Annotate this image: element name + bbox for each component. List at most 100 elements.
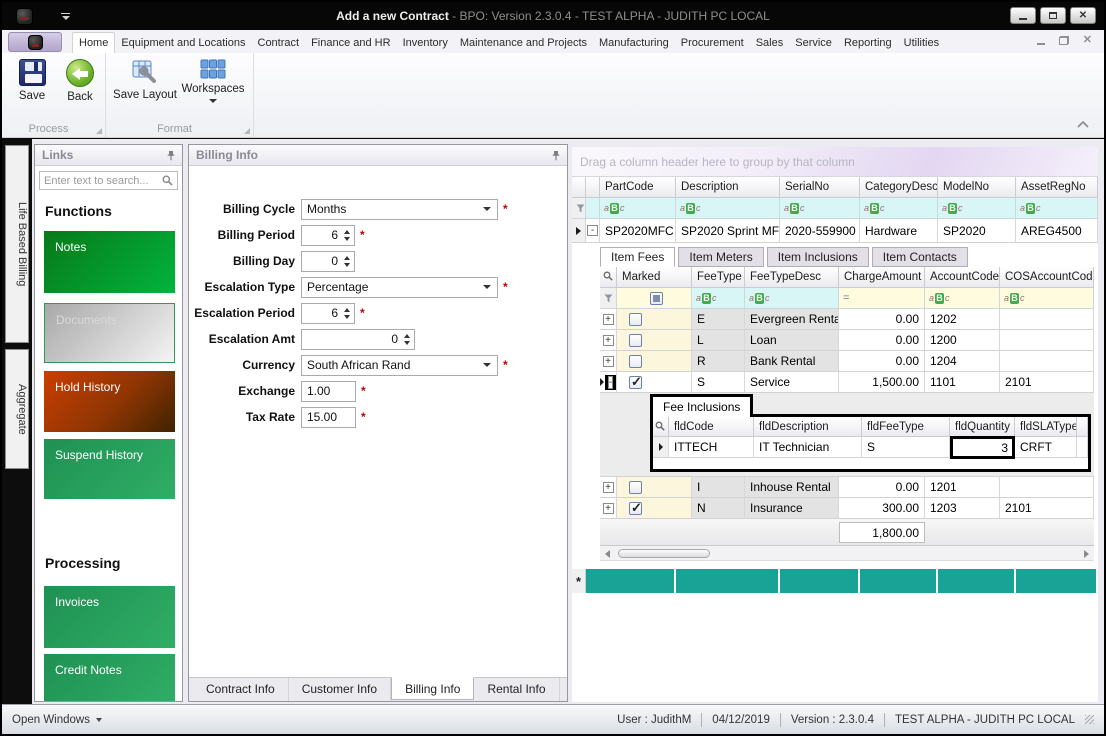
filter-cell-chargeamount[interactable]: =	[839, 288, 925, 309]
billing-day-stepper[interactable]: 0	[301, 251, 355, 272]
escalation-period-stepper[interactable]: 6	[301, 303, 355, 324]
credit-notes-button[interactable]: Credit Notes	[44, 654, 175, 701]
ribbon-tab-utilities[interactable]: Utilities	[898, 33, 945, 53]
collapse-icon[interactable]: -	[587, 225, 598, 236]
billing-cycle-dropdown[interactable]: Months	[301, 199, 498, 220]
tab-contract-info[interactable]: Contract Info	[193, 678, 289, 701]
fee-row-inhouse-rental[interactable]: + I Inhouse Rental 0.00 1201	[600, 477, 1094, 498]
column-header-serialno[interactable]: SerialNo	[780, 177, 860, 198]
pin-icon[interactable]	[551, 150, 561, 161]
dialog-launcher-icon[interactable]	[244, 128, 250, 134]
fee-row-evergreen[interactable]: + E Evergreen Rental 0.00 1202	[600, 309, 1094, 330]
column-header-feetypedesc[interactable]: FeeTypeDesc	[745, 267, 839, 288]
horizontal-scrollbar[interactable]	[600, 546, 1094, 561]
escalation-amt-stepper[interactable]: 0	[301, 329, 415, 350]
expand-row-cell[interactable]: +	[600, 330, 617, 351]
expand-row-cell[interactable]: +	[600, 351, 617, 372]
tab-billing-info[interactable]: Billing Info	[391, 677, 474, 700]
cell-accountcode[interactable]: 1200	[925, 330, 1000, 351]
column-header-fldcode[interactable]: fldCode	[669, 417, 754, 437]
ribbon-tab-inventory[interactable]: Inventory	[397, 33, 454, 53]
scrollbar-thumb[interactable]	[618, 549, 710, 558]
inclusion-row[interactable]: ITTECH IT Technician S 3 CRFT	[653, 437, 1088, 458]
ribbon-tab-service[interactable]: Service	[789, 33, 838, 53]
side-tab-life-based-billing[interactable]: Life Based Billing	[5, 145, 29, 343]
cell-assetregno[interactable]: AREG4500	[1016, 219, 1098, 243]
expand-icon[interactable]: +	[603, 482, 614, 493]
suspend-history-button[interactable]: Suspend History	[44, 439, 175, 499]
ribbon-tab-maintenance-and-projects[interactable]: Maintenance and Projects	[454, 33, 593, 53]
tax-rate-field[interactable]: 15.00	[301, 407, 356, 428]
child-restore-icon[interactable]	[1059, 36, 1069, 45]
cell-accountcode[interactable]: 1201	[925, 477, 1000, 498]
fee-row-loan[interactable]: + L Loan 0.00 1200	[600, 330, 1094, 351]
checkbox-indeterminate-icon[interactable]	[650, 292, 663, 305]
open-windows-dropdown[interactable]: Open Windows	[12, 714, 102, 726]
side-tab-aggregate[interactable]: Aggregate	[5, 349, 29, 469]
cell-feetypedesc[interactable]: Inhouse Rental	[745, 477, 839, 498]
cell-feetypedesc[interactable]: Bank Rental	[745, 351, 839, 372]
documents-button[interactable]: Documents	[44, 303, 175, 363]
cell-accountcode[interactable]: 1203	[925, 498, 1000, 519]
new-row-cell[interactable]	[860, 569, 938, 593]
exchange-field[interactable]: 1.00	[301, 381, 356, 402]
new-row-cell[interactable]	[938, 569, 1016, 593]
cell-feetype[interactable]: S	[692, 372, 745, 393]
cell-chargeamount[interactable]: 0.00	[839, 477, 925, 498]
links-search-input[interactable]: Enter text to search...	[39, 171, 178, 190]
new-item-row[interactable]: *	[572, 569, 1098, 593]
column-header-cosaccountcode[interactable]: COSAccountCode	[1000, 267, 1094, 288]
back-button[interactable]: Back	[54, 59, 106, 103]
marked-cell[interactable]: ✓	[617, 498, 692, 519]
ribbon-tab-manufacturing[interactable]: Manufacturing	[593, 33, 675, 53]
dialog-launcher-icon[interactable]	[96, 128, 102, 134]
checkbox-unchecked-icon[interactable]	[629, 334, 642, 347]
billing-period-stepper[interactable]: 6	[301, 225, 355, 246]
cell-feetypedesc[interactable]: Loan	[745, 330, 839, 351]
expand-icon[interactable]: +	[603, 356, 614, 367]
escalation-type-dropdown[interactable]: Percentage	[301, 277, 498, 298]
cell-cosaccountcode[interactable]	[1000, 351, 1094, 372]
expand-icon[interactable]: +	[603, 314, 614, 325]
cell-chargeamount[interactable]: 1,500.00	[839, 372, 925, 393]
application-menu-button[interactable]	[8, 32, 62, 52]
workspaces-button[interactable]: Workspaces	[180, 59, 246, 103]
cell-accountcode[interactable]: 1101	[925, 372, 1000, 393]
cell-partcode[interactable]: SP2020MFC	[600, 219, 676, 243]
cell-fldfeetype[interactable]: S	[862, 437, 950, 458]
expand-icon[interactable]: +	[603, 503, 614, 514]
collapse-icon[interactable]: -	[608, 376, 613, 389]
cell-feetypedesc[interactable]: Service	[745, 372, 839, 393]
column-header-flddescription[interactable]: fldDescription	[754, 417, 862, 437]
column-header-chargeamount[interactable]: ChargeAmount	[839, 267, 925, 288]
cell-cosaccountcode[interactable]: 2101	[1000, 498, 1094, 519]
expand-icon[interactable]: +	[603, 335, 614, 346]
cell-fldcode[interactable]: ITTECH	[669, 437, 754, 458]
spinner-arrows-icon[interactable]	[341, 230, 354, 241]
filter-cell-serialno[interactable]: aBc	[780, 198, 860, 219]
ribbon-tab-contract[interactable]: Contract	[252, 33, 306, 53]
close-button[interactable]: ✕	[1070, 7, 1096, 24]
cell-cosaccountcode[interactable]	[1000, 477, 1094, 498]
marked-cell[interactable]	[617, 351, 692, 372]
checkbox-unchecked-icon[interactable]	[629, 355, 642, 368]
cell-serialno[interactable]: 2020-559900	[780, 219, 860, 243]
filter-cell-assetregno[interactable]: aBc	[1016, 198, 1098, 219]
column-header-categorydesc[interactable]: CategoryDesc	[860, 177, 938, 198]
column-header-description[interactable]: Description	[676, 177, 780, 198]
checkbox-unchecked-icon[interactable]	[629, 313, 642, 326]
cell-feetype[interactable]: I	[692, 477, 745, 498]
child-close-icon[interactable]: ✕	[1083, 35, 1092, 46]
column-header-marked[interactable]: Marked	[617, 267, 692, 288]
minimize-button[interactable]	[1010, 7, 1036, 24]
cell-fldquantity-annotated[interactable]: 3	[950, 436, 1015, 459]
cell-accountcode[interactable]: 1202	[925, 309, 1000, 330]
new-row-cell[interactable]	[676, 569, 780, 593]
tab-customer-info[interactable]: Customer Info	[289, 678, 391, 701]
invoices-button[interactable]: Invoices	[44, 586, 175, 648]
child-minimize-icon[interactable]	[1037, 43, 1045, 45]
tab-item-contacts[interactable]: Item Contacts	[872, 247, 968, 267]
cell-cosaccountcode[interactable]	[1000, 309, 1094, 330]
scroll-left-icon[interactable]	[605, 550, 610, 558]
marked-cell[interactable]	[617, 309, 692, 330]
